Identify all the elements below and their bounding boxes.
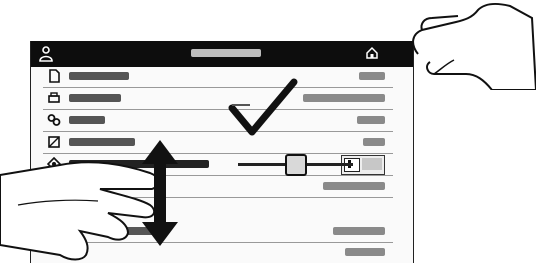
list-item[interactable] [43,221,393,243]
list-item[interactable] [43,110,393,132]
right-hand-icon [412,2,536,90]
row-value [303,94,385,102]
list-item[interactable] [43,198,393,219]
touch-screen [30,41,414,263]
row-value [357,116,385,124]
document-icon [49,69,60,83]
row-value [323,182,385,190]
link-icon [47,114,61,126]
home-icon[interactable] [365,46,379,60]
row-label [103,227,161,235]
checkmark-icon [228,78,298,136]
contrast-icon [48,136,60,148]
row-label [69,72,129,80]
top-bar [31,41,413,67]
slider-handle[interactable] [285,154,307,176]
list-item[interactable] [43,88,393,110]
row-value [333,227,385,235]
list-item[interactable] [43,176,393,198]
list-item[interactable] [43,242,393,263]
row-value [345,248,385,256]
row-value [359,72,385,80]
toggle-fill [362,158,382,170]
row-label [69,116,105,124]
user-icon[interactable] [39,46,53,62]
list-item[interactable] [43,132,393,154]
divider [232,104,250,106]
row-label [69,94,121,102]
screen-title [191,49,261,57]
row-label [69,138,135,146]
settings-icon [47,157,61,171]
printer-icon [48,92,60,103]
row-label [69,160,209,168]
row-value [363,138,385,146]
list-item[interactable] [43,66,393,88]
